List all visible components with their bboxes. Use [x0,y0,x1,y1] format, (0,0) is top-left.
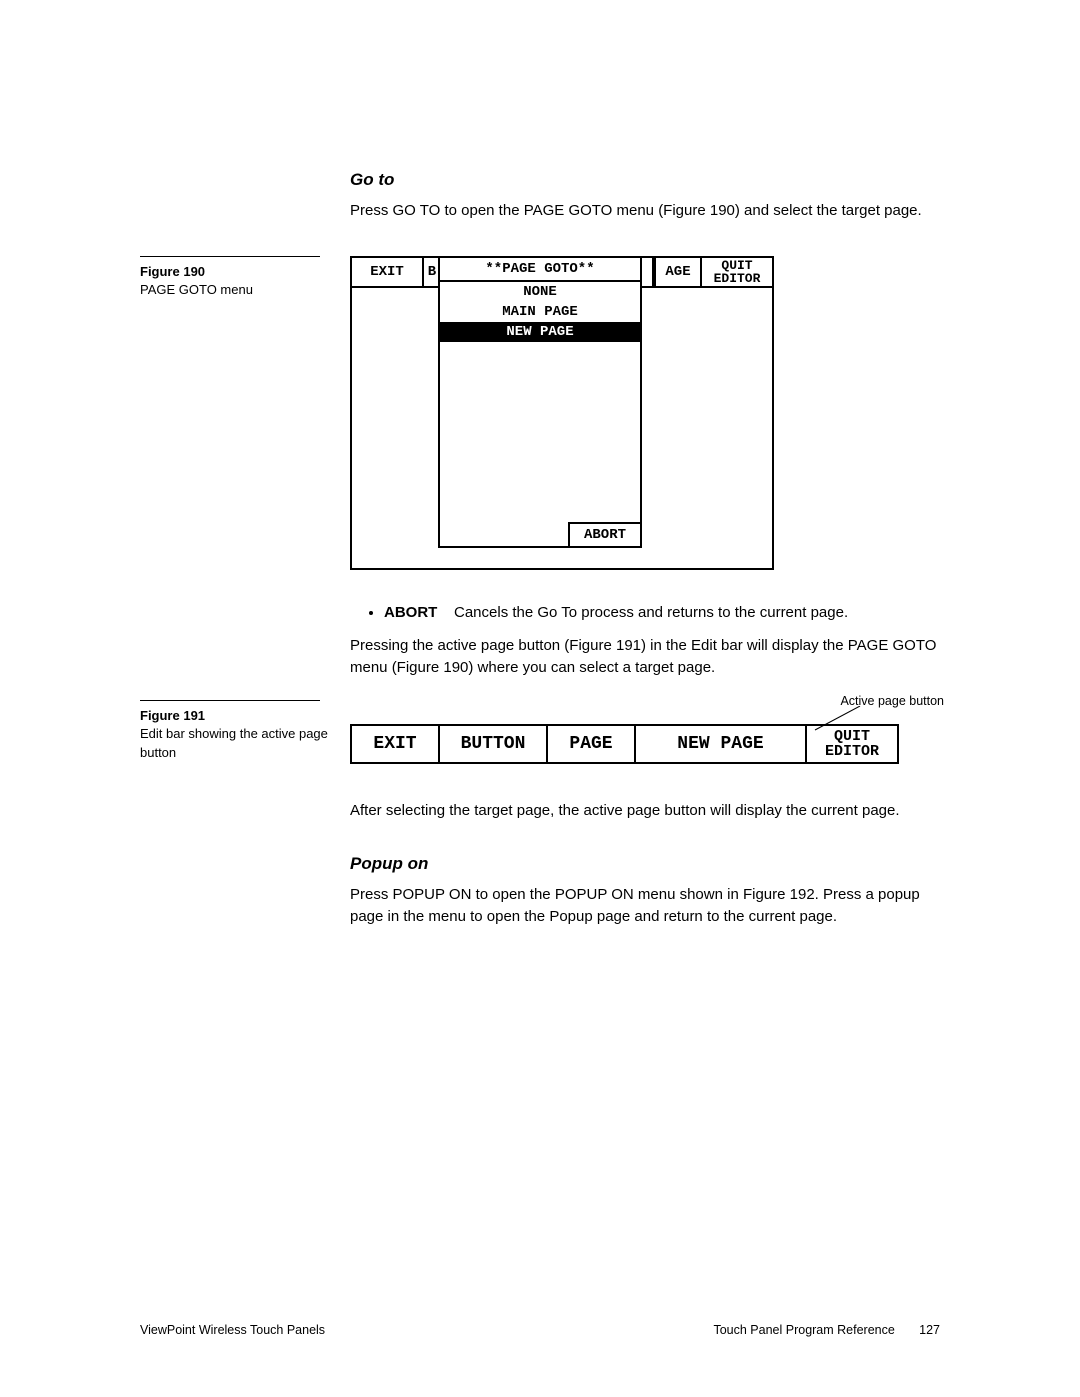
callout-active-page-button: Active page button [840,694,944,708]
editbar-page-button[interactable]: PAGE [548,726,636,762]
figure-191-label: Figure 191 [140,708,205,723]
goto-intro-text: Press GO TO to open the PAGE GOTO menu (… [350,200,940,222]
page-footer: ViewPoint Wireless Touch Panels Touch Pa… [140,1323,940,1337]
menu-item-new-page[interactable]: NEW PAGE [440,322,640,342]
menu-item-main-page[interactable]: MAIN PAGE [440,302,640,322]
popup-on-text: Press POPUP ON to open the POPUP ON menu… [350,884,940,928]
section-goto-heading: Go to [350,170,940,190]
abort-button[interactable]: ABORT [568,522,640,546]
figure-190-caption: PAGE GOTO menu [140,282,253,297]
page-goto-menu: **PAGE GOTO** NONE MAIN PAGE NEW PAGE AB… [438,256,642,548]
editbar-active-page-button[interactable]: NEW PAGE [636,726,807,762]
exit-button[interactable]: EXIT [352,258,424,286]
figure-190-label: Figure 190 [140,264,205,279]
figure-191-caption: Edit bar showing the active page button [140,726,328,759]
menu-title: **PAGE GOTO** [440,258,640,282]
footer-page-number: 127 [919,1323,940,1337]
figure-190-screenshot: EXIT B AGE QUIT EDITOR **PAGE GOTO** NON… [350,256,774,570]
active-page-button-text: Pressing the active page button (Figure … [350,635,940,679]
quit-editor-button[interactable]: QUIT [721,259,752,272]
after-191-text: After selecting the target page, the act… [350,800,940,822]
editbar-button-button[interactable]: BUTTON [440,726,548,762]
footer-right-label: Touch Panel Program Reference [713,1323,894,1337]
menu-item-none[interactable]: NONE [440,282,640,302]
section-popup-heading: Popup on [350,854,940,874]
age-cell: AGE [654,258,702,286]
editbar-exit-button[interactable]: EXIT [352,726,440,762]
abort-description: ABORT Cancels the Go To process and retu… [384,604,940,621]
footer-left: ViewPoint Wireless Touch Panels [140,1323,325,1337]
